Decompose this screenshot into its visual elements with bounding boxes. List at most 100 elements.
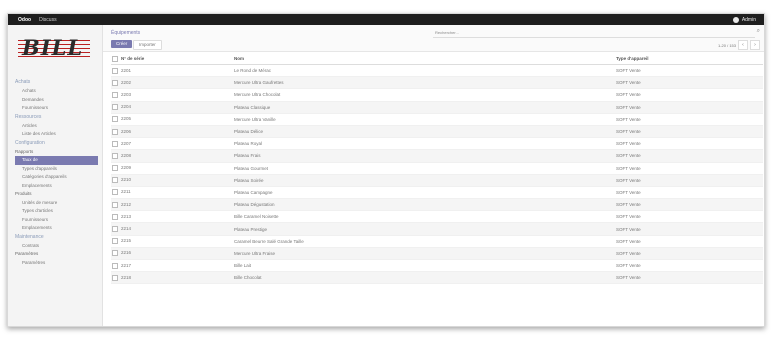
- cell-serial: 2204: [111, 101, 233, 114]
- sidebar-group[interactable]: Paramètres: [8, 250, 102, 259]
- sidebar-item[interactable]: Emplacements: [8, 182, 102, 191]
- cell-type: SOFT Vente: [615, 137, 763, 151]
- column-header-name[interactable]: Nom: [233, 53, 615, 65]
- row-checkbox[interactable]: [112, 79, 118, 86]
- sidebar-item[interactable]: Emplacements: [8, 224, 102, 233]
- search-icon[interactable]: ⌕: [757, 28, 760, 35]
- cell-serial: 2207: [111, 137, 233, 151]
- table-row[interactable]: 2218 Bille Chocolat SOFT Vente: [111, 271, 763, 285]
- table-row[interactable]: 2217 Bille Lait SOFT Vente: [111, 259, 763, 273]
- pager-previous-icon[interactable]: ‹: [738, 40, 748, 50]
- app-brand[interactable]: Odoo: [18, 17, 31, 23]
- row-checkbox[interactable]: [112, 238, 118, 245]
- cell-serial: 2203: [111, 88, 233, 102]
- row-checkbox[interactable]: [112, 152, 118, 159]
- row-checkbox[interactable]: [112, 177, 118, 184]
- table-row[interactable]: 2216 Mercure Ultra Fraise SOFT Vente: [111, 247, 763, 261]
- sidebar-group[interactable]: Produits: [8, 190, 102, 199]
- pager-next-icon[interactable]: ›: [750, 40, 760, 50]
- table-header-row: N° de série Nom Type d'appareil: [111, 53, 763, 65]
- import-button[interactable]: Importer: [133, 40, 162, 50]
- column-header-type[interactable]: Type d'appareil: [615, 53, 763, 65]
- create-button[interactable]: Créer: [111, 40, 133, 48]
- user-menu[interactable]: Admin: [732, 16, 756, 23]
- pager-value[interactable]: 1-20 / 153: [718, 43, 736, 48]
- sidebar-item[interactable]: Achats: [8, 87, 102, 96]
- breadcrumb[interactable]: Équipements: [111, 30, 140, 36]
- row-checkbox[interactable]: [112, 213, 118, 220]
- sidebar-group[interactable]: Rapports: [8, 148, 102, 157]
- row-checkbox[interactable]: [112, 189, 118, 196]
- table-row[interactable]: 2213 Bille Caramel Noisette SOFT Vente: [111, 210, 763, 224]
- sidebar-item[interactable]: Types d'appareils: [8, 165, 102, 174]
- row-checkbox[interactable]: [112, 201, 118, 208]
- table-row[interactable]: 2207 Plateau Royal SOFT Vente: [111, 137, 763, 151]
- cell-serial: 2215: [111, 235, 233, 248]
- sidebar-item[interactable]: Fournisseurs: [8, 216, 102, 225]
- cell-type: SOFT Vente: [615, 149, 763, 163]
- sidebar-item[interactable]: Articles: [8, 122, 102, 131]
- row-checkbox[interactable]: [112, 91, 118, 98]
- user-name: Admin: [741, 16, 756, 23]
- table-row[interactable]: 2209 Plateau Gourmet SOFT Vente: [111, 162, 763, 175]
- sidebar-item[interactable]: Liste des Articles: [8, 130, 102, 139]
- cell-type: SOFT Vente: [615, 259, 763, 273]
- search-input[interactable]: Rechercher...: [433, 28, 755, 38]
- table-row[interactable]: 2204 Plateau Classique SOFT Vente: [111, 101, 763, 114]
- table-row[interactable]: 2211 Plateau Campagne SOFT Vente: [111, 186, 763, 200]
- sidebar: BILL Achats Achats Demandes Fournisseurs Res…: [8, 25, 103, 326]
- cell-type: SOFT Vente: [615, 76, 763, 90]
- column-header-serial[interactable]: N° de série: [111, 53, 233, 65]
- row-checkbox[interactable]: [112, 226, 118, 233]
- sidebar-section-title: Achats: [15, 79, 31, 85]
- cell-name: Mercure Ultra Gaufrettes: [233, 76, 615, 90]
- table-row[interactable]: 2215 Caramel Beurre Salé Grande Taille SOF…: [111, 235, 763, 248]
- sidebar-item[interactable]: Unités de mesure: [8, 199, 102, 208]
- table-row[interactable]: 2214 Plateau Prestige SOFT Vente: [111, 222, 763, 236]
- cell-type: SOFT Vente: [615, 88, 763, 102]
- cell-serial: 2214: [111, 222, 233, 236]
- row-checkbox[interactable]: [112, 140, 118, 147]
- table-row[interactable]: 2210 Plateau Soirée SOFT Vente: [111, 174, 763, 187]
- list-table: N° de série Nom Type d'appareil 2201 Le R…: [111, 53, 763, 285]
- row-checkbox[interactable]: [112, 116, 118, 123]
- cell-type: SOFT Vente: [615, 186, 763, 200]
- table-row[interactable]: 2202 Mercure Ultra Gaufrettes SOFT Vente: [111, 76, 763, 90]
- row-checkbox[interactable]: [112, 250, 118, 257]
- row-checkbox[interactable]: [112, 128, 118, 135]
- sidebar-item[interactable]: Fournisseurs: [8, 104, 102, 113]
- sidebar-item[interactable]: Paramètres: [8, 259, 102, 268]
- table-row[interactable]: 2208 Plateau Frais SOFT Vente: [111, 149, 763, 163]
- row-checkbox[interactable]: [112, 104, 118, 111]
- sidebar-item[interactable]: Contrats: [8, 242, 102, 251]
- sidebar-item[interactable]: Taux de: [15, 156, 98, 165]
- sidebar-item[interactable]: Catégories d'appareils: [8, 173, 102, 182]
- row-checkbox[interactable]: [112, 274, 118, 281]
- cell-name: Plateau Délice: [233, 125, 615, 139]
- row-checkbox[interactable]: [112, 262, 118, 269]
- cell-name: Plateau Gourmet: [233, 162, 615, 175]
- row-checkbox[interactable]: [112, 165, 118, 172]
- table-row[interactable]: 2206 Plateau Délice SOFT Vente: [111, 125, 763, 139]
- sidebar-section-title: Maintenance: [15, 233, 44, 240]
- table-row[interactable]: 2205 Mercure Ultra Vanille SOFT Vente: [111, 113, 763, 126]
- table-row[interactable]: 2203 Mercure Ultra Chocolat SOFT Vente: [111, 88, 763, 102]
- cell-type: SOFT Vente: [615, 247, 763, 261]
- cell-type: SOFT Vente: [615, 210, 763, 224]
- cell-name: Bille Caramel Noisette: [233, 210, 615, 224]
- table-row[interactable]: 2201 Le Rond de Mérac SOFT Vente: [111, 64, 763, 78]
- cell-type: SOFT Vente: [615, 101, 763, 114]
- main-content: Équipements Rechercher... ⌕ Créer Import…: [103, 25, 764, 326]
- select-all-checkbox[interactable]: [112, 55, 118, 62]
- cell-type: SOFT Vente: [615, 235, 763, 248]
- company-logo: BILL: [18, 34, 90, 62]
- sidebar-item[interactable]: Types d'articles: [8, 207, 102, 216]
- cell-name: Plateau Classique: [233, 101, 615, 114]
- pager: 1-20 / 153 ‹ ›: [718, 40, 760, 50]
- sidebar-item[interactable]: Demandes: [8, 96, 102, 105]
- row-checkbox[interactable]: [112, 67, 118, 74]
- cell-type: SOFT Vente: [615, 64, 763, 78]
- app-menu-discuss[interactable]: Discuss: [39, 17, 57, 23]
- sidebar-menu: Achats Achats Demandes Fournisseurs Ressourc…: [8, 78, 102, 267]
- table-row[interactable]: 2212 Plateau Dégustation SOFT Vente: [111, 198, 763, 212]
